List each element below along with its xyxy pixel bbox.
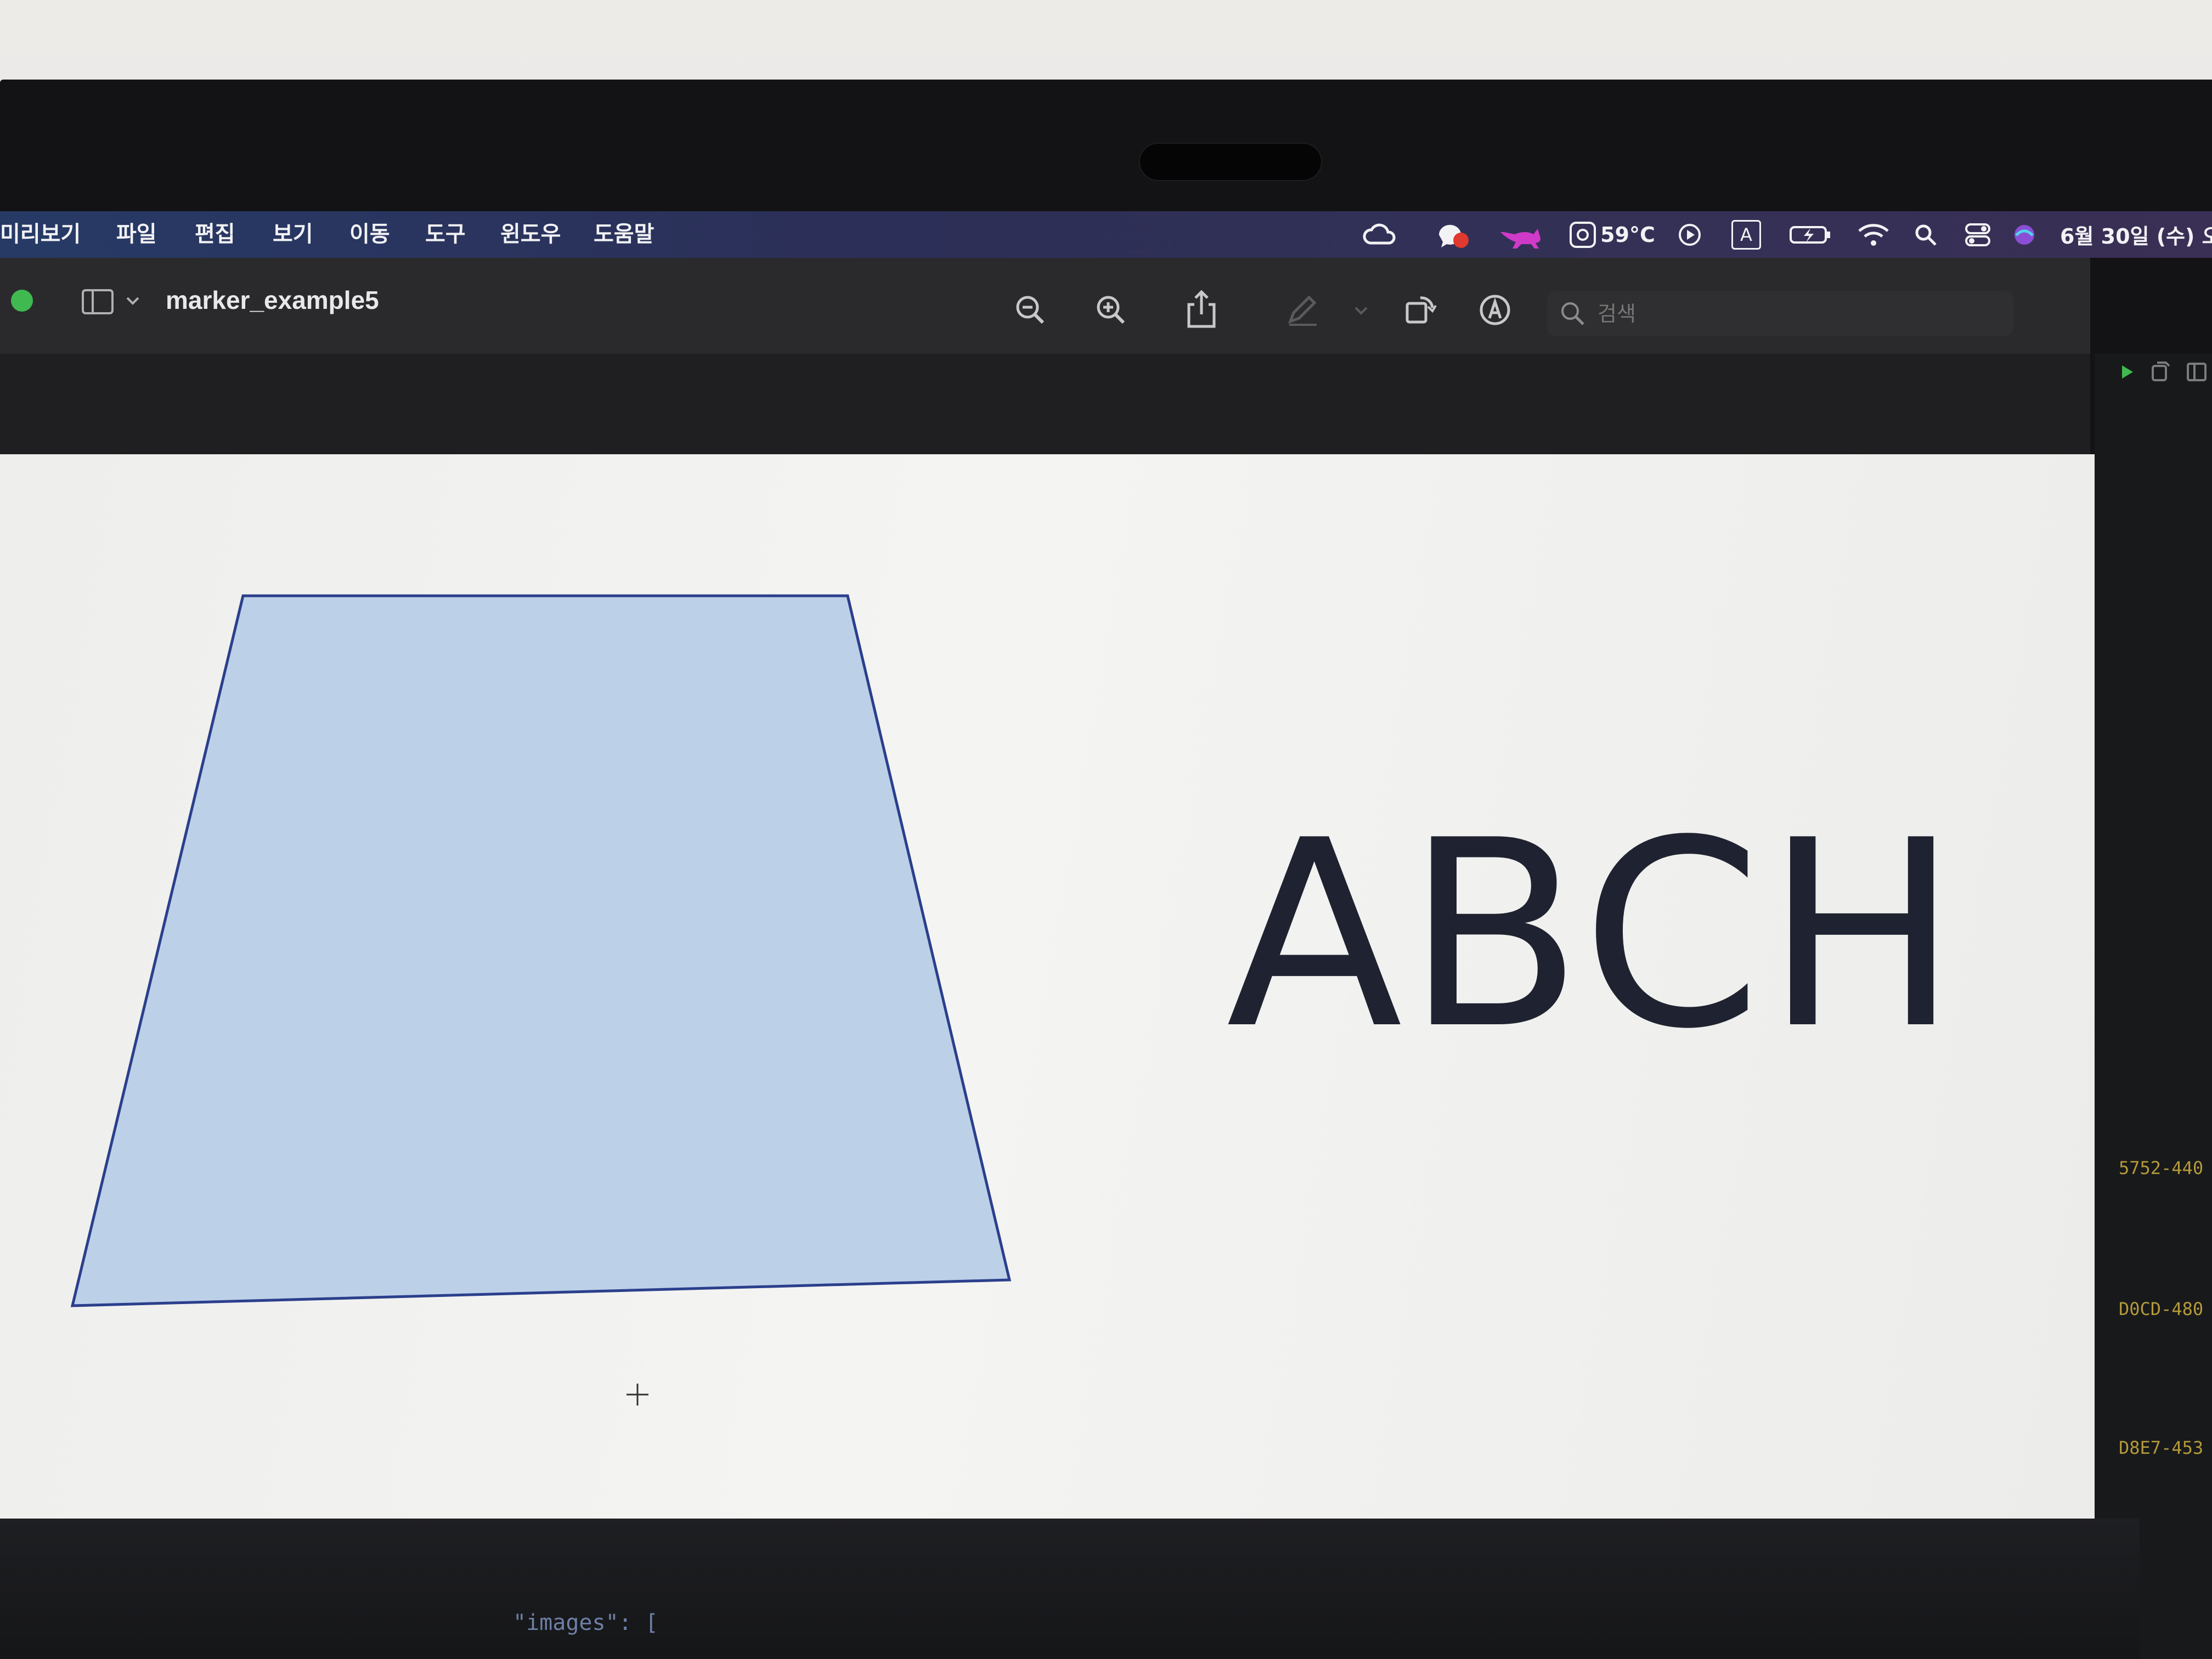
sidebar-menu-chevron-icon[interactable]: [122, 290, 144, 312]
camera-notch: [1140, 144, 1321, 180]
menu-view[interactable]: 보기: [273, 211, 313, 258]
code-side-panel: [2095, 354, 2212, 1659]
markup-chevron-icon[interactable]: [1351, 301, 1371, 320]
search-input[interactable]: [1596, 291, 1983, 337]
debug-icon[interactable]: [2149, 360, 2172, 386]
input-source-label: A: [1731, 219, 1761, 250]
document-canvas: ABCH: [0, 454, 2096, 1519]
zoom-in-icon[interactable]: [1092, 291, 1130, 329]
menu-edit[interactable]: 편집: [195, 211, 235, 258]
menu-file[interactable]: 파일: [116, 211, 157, 258]
control-center-icon[interactable]: [1959, 211, 1997, 258]
menu-go[interactable]: 이동: [349, 211, 390, 258]
side-panel-id-3: D8E7-453: [2119, 1437, 2204, 1458]
messenger-icon[interactable]: [1432, 211, 1476, 258]
play-icon[interactable]: [1673, 211, 1706, 258]
search-icon: [1558, 299, 1588, 331]
editor-background: [0, 1519, 2140, 1659]
annotate-icon[interactable]: [1476, 291, 1514, 329]
rotate-icon[interactable]: [1402, 289, 1440, 328]
side-panel-id-2: D0CD-480: [2119, 1299, 2204, 1319]
run-icon[interactable]: [2118, 362, 2137, 384]
document-heading-text: ABCH: [1226, 785, 1962, 1085]
spotlight-search-icon[interactable]: [1909, 211, 1942, 258]
siri-icon[interactable]: [2008, 211, 2041, 258]
markup-pen-icon[interactable]: [1284, 290, 1322, 328]
weather-icon: [1566, 211, 1599, 258]
sidebar-toggle-icon[interactable]: [80, 283, 118, 321]
document-title: marker_example5: [166, 286, 379, 314]
search-field[interactable]: [1547, 291, 2013, 337]
menu-window[interactable]: 윈도우: [500, 211, 561, 258]
split-view-icon[interactable]: [2186, 360, 2209, 386]
creative-cloud-icon[interactable]: [1361, 211, 1399, 258]
trapezoid-shape: [70, 594, 1012, 1307]
zoom-window-button[interactable]: [11, 290, 33, 312]
input-source-indicator[interactable]: A: [1731, 211, 1762, 258]
toolbar-shadow-strip: [0, 354, 2090, 455]
weather-temperature[interactable]: 59°C: [1598, 211, 1658, 258]
menu-app-name[interactable]: 미리보기: [0, 211, 81, 258]
battery-icon[interactable]: [1786, 211, 1835, 258]
crosshair-cursor-icon: [625, 1383, 650, 1407]
menu-bar: 미리보기 파일 편집 보기 이동 도구 윈도우 도움말 59°C A 6월 30…: [0, 211, 2212, 258]
wifi-icon[interactable]: [1854, 211, 1893, 258]
runcat-icon[interactable]: [1498, 211, 1547, 258]
menu-help[interactable]: 도움말: [594, 211, 654, 258]
zoom-out-icon[interactable]: [1011, 291, 1049, 329]
share-icon[interactable]: [1182, 288, 1221, 328]
menu-clock[interactable]: 6월 30일 (수) 오전: [2060, 211, 2212, 258]
side-panel-id-1: 5752-440: [2119, 1158, 2204, 1178]
code-line-text: "images": [: [513, 1610, 658, 1635]
menu-tools[interactable]: 도구: [425, 211, 466, 258]
